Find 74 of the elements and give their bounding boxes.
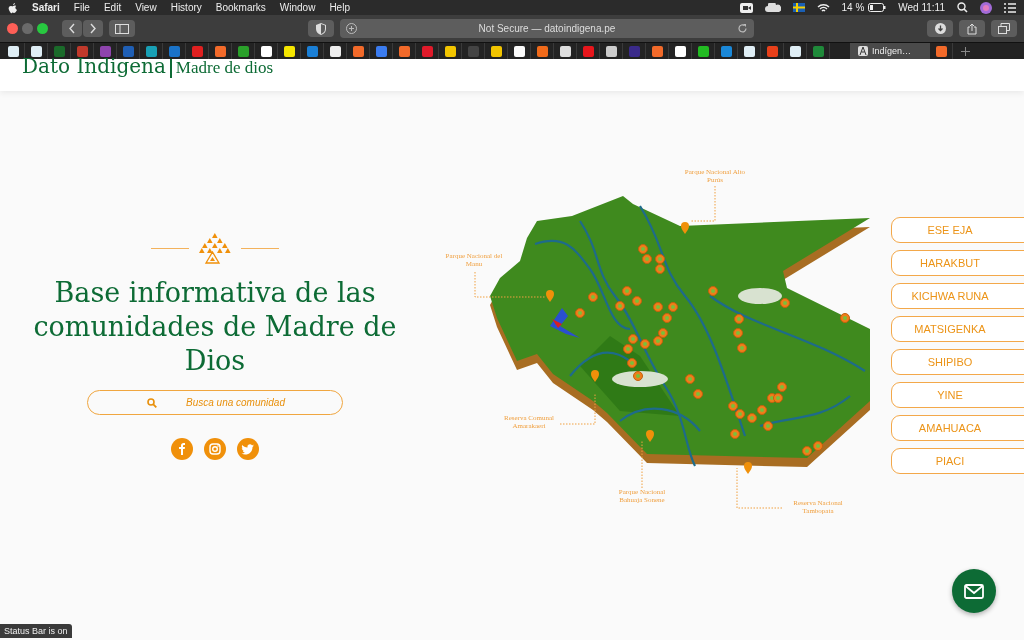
bookmark-icon[interactable] (674, 45, 686, 57)
app-menu[interactable]: Safari (32, 2, 60, 13)
sidebar-icon (115, 23, 129, 34)
list-icon[interactable] (1004, 2, 1016, 13)
shield-icon (316, 22, 326, 35)
share-button[interactable] (959, 20, 985, 37)
menu-item[interactable]: Window (279, 2, 316, 13)
address-bar[interactable]: Not Secure — datoindigena.pe (340, 19, 754, 38)
menu-item[interactable]: View (135, 2, 157, 13)
download-icon (934, 23, 946, 34)
siri-icon[interactable] (980, 1, 992, 14)
wifi-icon[interactable] (816, 2, 830, 13)
tab-title: Indígen… (872, 46, 912, 56)
apple-icon[interactable] (8, 1, 18, 14)
back-button[interactable] (62, 20, 82, 37)
browser-tab[interactable]: Indígen… (850, 43, 930, 59)
leader-line (689, 185, 716, 222)
battery-icon[interactable] (868, 3, 887, 12)
ornament-line (151, 247, 189, 249)
logo-subtitle[interactable]: Madre de dios (175, 59, 274, 77)
ornament-line (241, 247, 279, 249)
new-tab-icon[interactable] (961, 46, 970, 56)
bookmark-icon[interactable] (329, 45, 341, 57)
leader-line (736, 467, 783, 509)
instagram-icon (207, 441, 223, 457)
zoom-button[interactable] (37, 23, 48, 34)
contact-button[interactable] (952, 569, 996, 613)
tab-favicon-icon (858, 46, 868, 56)
bookmark-icon[interactable] (444, 45, 456, 57)
forward-button[interactable] (83, 20, 103, 37)
status-bar: Status Bar is on (0, 624, 72, 638)
sidebar-button[interactable] (109, 20, 135, 37)
bookmark-icon[interactable] (605, 45, 617, 57)
privacy-button[interactable] (308, 20, 334, 37)
address-text: Not Secure — datoindigena.pe (477, 23, 617, 34)
logo-title[interactable]: Dato Indigena (22, 56, 166, 76)
search-icon (147, 398, 157, 408)
downloads-button[interactable] (927, 20, 953, 37)
menu-item[interactable]: Bookmarks (215, 2, 266, 13)
menu-item[interactable]: Help (329, 2, 350, 13)
leader-line (559, 393, 596, 425)
bookmark-icon[interactable] (697, 45, 709, 57)
page-heading: Base informativa de las comunidades de Madre de Dios (32, 276, 398, 378)
bookmark-icon[interactable] (7, 45, 19, 57)
cloud-icon[interactable] (764, 3, 781, 12)
bookmark-icon[interactable] (789, 45, 801, 57)
search-icon[interactable] (957, 2, 968, 13)
bookmark-icon[interactable] (743, 45, 755, 57)
clock[interactable]: Wed 11:11 (898, 2, 945, 13)
bookmark-icon[interactable] (490, 45, 502, 57)
bookmark-icon[interactable] (513, 45, 525, 57)
bookmark-icon[interactable] (260, 45, 272, 57)
leader-line (641, 440, 643, 489)
mail-icon (964, 583, 984, 599)
logo-divider (169, 59, 172, 78)
menu-item[interactable]: File (73, 2, 90, 13)
menu-item[interactable]: Edit (103, 2, 122, 13)
close-button[interactable] (7, 23, 18, 34)
tabs-icon (998, 23, 1010, 34)
share-icon (967, 22, 977, 35)
battery-percentage: 14 % (841, 2, 865, 13)
flag-icon[interactable] (792, 3, 805, 12)
menu-item[interactable]: History (170, 2, 202, 13)
tabs-button[interactable] (991, 20, 1017, 37)
reload-icon[interactable] (737, 23, 748, 34)
bookmark-icon[interactable] (283, 45, 295, 57)
bookmark-icon[interactable] (30, 45, 42, 57)
bookmark-icon[interactable] (559, 45, 571, 57)
leader-line (474, 271, 546, 298)
triangles-ornament-icon (199, 232, 231, 264)
search-field[interactable]: Busca una comunidad (87, 390, 343, 415)
twitter-icon (240, 441, 256, 457)
video-camera-icon[interactable] (739, 2, 753, 13)
plus-circle-icon[interactable] (346, 23, 357, 34)
